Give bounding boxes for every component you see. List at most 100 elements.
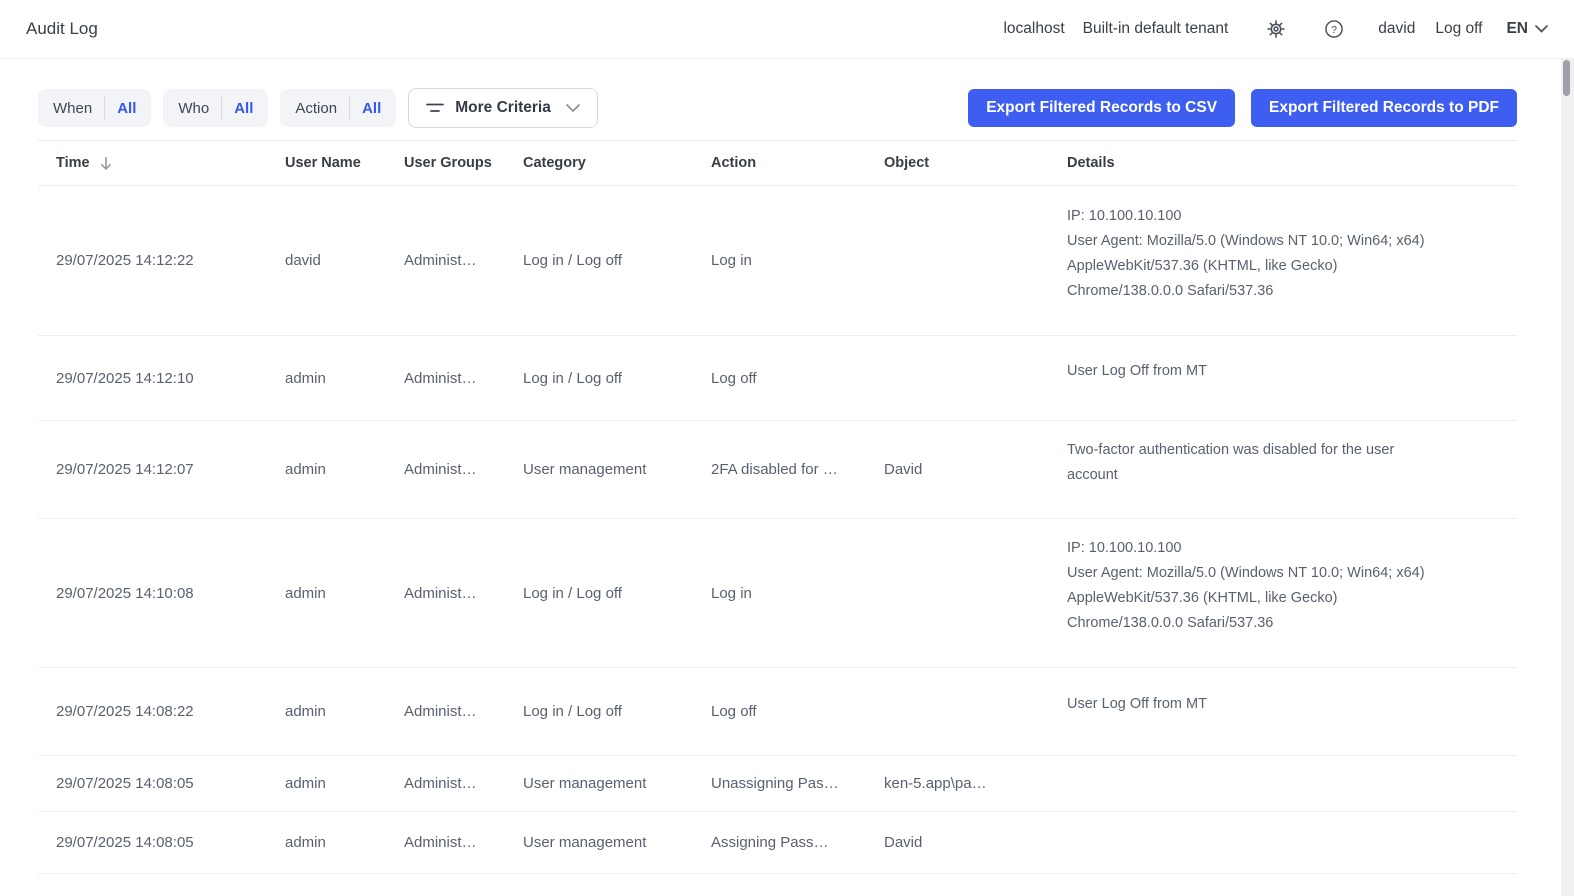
cell-details: IP: 10.100.10.100 User Agent: Mozilla/5.…	[1049, 536, 1517, 650]
table-row: 29/07/2025 14:08:05 admin Administ… User…	[38, 756, 1517, 812]
table-body: 29/07/2025 14:12:22 david Administ… Log …	[38, 186, 1517, 874]
host-label: localhost	[1003, 20, 1064, 38]
table-row: 29/07/2025 14:08:22 admin Administ… Log …	[38, 668, 1517, 756]
language-selector[interactable]: EN	[1506, 20, 1548, 38]
filter-toolbar: When All Who All Action All More Criteri…	[38, 88, 1517, 128]
cell-details: User Log Off from MT	[1049, 692, 1517, 731]
cell-user-groups: Administ…	[386, 775, 505, 792]
scrollbar-thumb[interactable]	[1563, 60, 1570, 96]
column-header-user-name[interactable]: User Name	[267, 155, 386, 171]
column-header-time-label: Time	[56, 155, 90, 171]
column-header-details[interactable]: Details	[1049, 155, 1517, 171]
cell-user-name: david	[267, 252, 386, 269]
cell-action: Unassigning Pas…	[693, 775, 866, 792]
cell-category: Log in / Log off	[505, 370, 693, 387]
column-header-user-groups-label: User Groups	[404, 155, 492, 171]
cell-user-name: admin	[267, 585, 386, 602]
chevron-down-icon	[566, 104, 580, 112]
cell-user-name: admin	[267, 834, 386, 851]
cell-details: Two-factor authentication was disabled f…	[1049, 438, 1517, 502]
settings-button[interactable]	[1264, 17, 1288, 41]
column-header-category[interactable]: Category	[505, 155, 693, 171]
export-pdf-button[interactable]: Export Filtered Records to PDF	[1251, 89, 1517, 127]
cell-user-name: admin	[267, 775, 386, 792]
cell-time: 29/07/2025 14:08:05	[38, 775, 267, 792]
filter-chip-who-label: Who	[178, 100, 209, 117]
table-header-row: Time User Name User Groups Category Acti…	[38, 140, 1517, 186]
column-header-details-label: Details	[1067, 155, 1115, 171]
logoff-button[interactable]: Log off	[1435, 20, 1482, 38]
vertical-scrollbar[interactable]	[1561, 59, 1574, 896]
gear-icon	[1265, 18, 1287, 40]
filter-chip-who-value[interactable]: All	[234, 100, 253, 117]
cell-user-groups: Administ…	[386, 703, 505, 720]
cell-user-groups: Administ…	[386, 461, 505, 478]
cell-user-name: admin	[267, 370, 386, 387]
audit-log-table: Time User Name User Groups Category Acti…	[38, 140, 1517, 874]
column-header-category-label: Category	[523, 155, 586, 171]
language-label: EN	[1506, 20, 1528, 38]
cell-category: Log in / Log off	[505, 585, 693, 602]
more-criteria-button[interactable]: More Criteria	[408, 88, 598, 128]
chevron-down-icon	[1535, 25, 1548, 33]
filter-chip-when[interactable]: When All	[38, 89, 151, 127]
cell-details: User Log Off from MT	[1049, 359, 1517, 398]
table-row: 29/07/2025 14:12:07 admin Administ… User…	[38, 421, 1517, 519]
cell-details: IP: 10.100.10.100 User Agent: Mozilla/5.…	[1049, 204, 1517, 318]
column-header-action-label: Action	[711, 155, 756, 171]
cell-category: User management	[505, 461, 693, 478]
cell-user-groups: Administ…	[386, 252, 505, 269]
cell-category: Log in / Log off	[505, 252, 693, 269]
cell-time: 29/07/2025 14:12:10	[38, 370, 267, 387]
user-menu[interactable]: david	[1378, 20, 1415, 38]
filter-icon	[426, 102, 444, 114]
sort-descending-icon	[99, 156, 113, 171]
page-title: Audit Log	[26, 19, 98, 39]
app-header-right: localhost Built-in default tenant	[1003, 17, 1548, 41]
cell-action: 2FA disabled for …	[693, 461, 866, 478]
column-header-user-name-label: User Name	[285, 155, 361, 171]
cell-time: 29/07/2025 14:08:22	[38, 703, 267, 720]
cell-action: Log off	[693, 370, 866, 387]
cell-object: David	[866, 834, 1049, 851]
export-csv-button[interactable]: Export Filtered Records to CSV	[968, 89, 1235, 127]
cell-action: Log in	[693, 252, 866, 269]
column-header-user-groups[interactable]: User Groups	[386, 155, 505, 171]
export-buttons: Export Filtered Records to CSV Export Fi…	[968, 89, 1517, 127]
filter-chip-action[interactable]: Action All	[280, 89, 396, 127]
help-button[interactable]: ?	[1322, 17, 1346, 41]
cell-action: Log in	[693, 585, 866, 602]
help-icon: ?	[1323, 18, 1345, 40]
column-header-object-label: Object	[884, 155, 929, 171]
filter-chip-who[interactable]: Who All	[163, 89, 268, 127]
filter-chip-action-value[interactable]: All	[362, 100, 381, 117]
column-header-time[interactable]: Time	[38, 155, 267, 171]
cell-category: User management	[505, 775, 693, 792]
column-header-action[interactable]: Action	[693, 155, 866, 171]
cell-time: 29/07/2025 14:08:05	[38, 834, 267, 851]
chip-divider	[349, 97, 350, 119]
cell-object: David	[866, 461, 1049, 478]
app-header: Audit Log localhost Built-in default ten…	[0, 0, 1574, 59]
cell-user-groups: Administ…	[386, 370, 505, 387]
cell-category: User management	[505, 834, 693, 851]
table-row: 29/07/2025 14:12:22 david Administ… Log …	[38, 186, 1517, 336]
table-row: 29/07/2025 14:12:10 admin Administ… Log …	[38, 336, 1517, 421]
tenant-label: Built-in default tenant	[1083, 20, 1229, 38]
cell-time: 29/07/2025 14:12:22	[38, 252, 267, 269]
chip-divider	[221, 97, 222, 119]
cell-user-groups: Administ…	[386, 834, 505, 851]
column-header-object[interactable]: Object	[866, 155, 1049, 171]
table-row: 29/07/2025 14:10:08 admin Administ… Log …	[38, 519, 1517, 668]
filter-chip-action-label: Action	[295, 100, 337, 117]
cell-category: Log in / Log off	[505, 703, 693, 720]
cell-user-groups: Administ…	[386, 585, 505, 602]
filter-chip-when-label: When	[53, 100, 92, 117]
more-criteria-label: More Criteria	[455, 99, 551, 117]
cell-user-name: admin	[267, 703, 386, 720]
chip-divider	[104, 97, 105, 119]
filter-chip-when-value[interactable]: All	[117, 100, 136, 117]
cell-action: Log off	[693, 703, 866, 720]
cell-action: Assigning Pass…	[693, 834, 866, 851]
cell-time: 29/07/2025 14:12:07	[38, 461, 267, 478]
